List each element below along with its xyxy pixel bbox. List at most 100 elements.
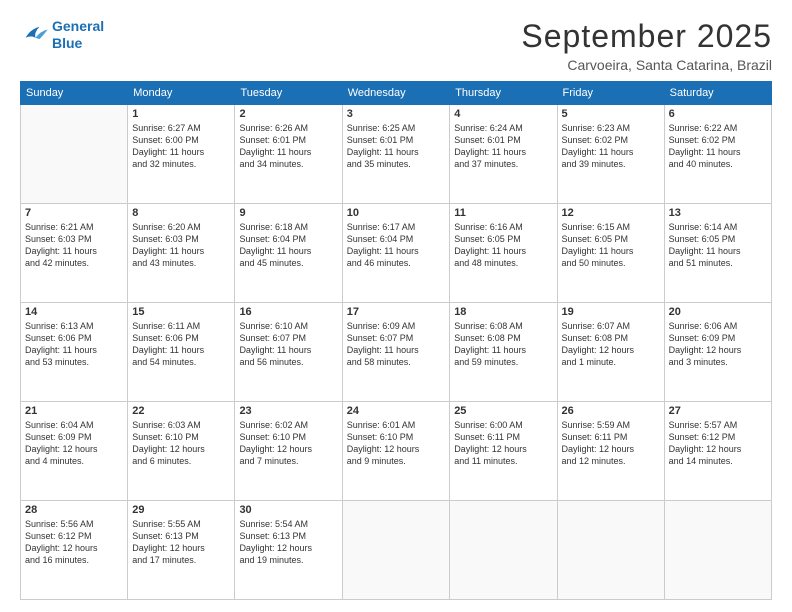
- calendar-cell: 13 Sunrise: 6:14 AM Sunset: 6:05 PM Dayli…: [664, 204, 771, 303]
- day-number: 30: [239, 504, 337, 516]
- calendar-cell: 30 Sunrise: 5:54 AM Sunset: 6:13 PM Dayli…: [235, 501, 342, 600]
- calendar-cell: 11 Sunrise: 6:16 AM Sunset: 6:05 PM Dayli…: [450, 204, 557, 303]
- day-info: Sunrise: 6:08 AM Sunset: 6:08 PM Dayligh…: [454, 320, 552, 369]
- day-number: 20: [669, 306, 767, 318]
- day-info: Sunrise: 6:16 AM Sunset: 6:05 PM Dayligh…: [454, 221, 552, 270]
- calendar-cell: [664, 501, 771, 600]
- day-number: 16: [239, 306, 337, 318]
- day-info: Sunrise: 6:11 AM Sunset: 6:06 PM Dayligh…: [132, 320, 230, 369]
- calendar-cell: 26 Sunrise: 5:59 AM Sunset: 6:11 PM Dayli…: [557, 402, 664, 501]
- logo-bird-icon: [20, 24, 48, 46]
- day-number: 14: [25, 306, 123, 318]
- day-info: Sunrise: 6:10 AM Sunset: 6:07 PM Dayligh…: [239, 320, 337, 369]
- day-number: 4: [454, 108, 552, 120]
- title-block: September 2025 Carvoeira, Santa Catarina…: [521, 18, 772, 73]
- calendar-cell: 23 Sunrise: 6:02 AM Sunset: 6:10 PM Dayli…: [235, 402, 342, 501]
- calendar-cell: 17 Sunrise: 6:09 AM Sunset: 6:07 PM Dayli…: [342, 303, 449, 402]
- calendar-cell: 19 Sunrise: 6:07 AM Sunset: 6:08 PM Dayli…: [557, 303, 664, 402]
- day-info: Sunrise: 5:59 AM Sunset: 6:11 PM Dayligh…: [562, 419, 660, 468]
- day-number: 29: [132, 504, 230, 516]
- day-number: 28: [25, 504, 123, 516]
- calendar-cell: 18 Sunrise: 6:08 AM Sunset: 6:08 PM Dayli…: [450, 303, 557, 402]
- calendar-cell: 24Sunrise: 6:01 AM Sunset: 6:10 PM Dayli…: [342, 402, 449, 501]
- calendar-week-row-5: 28 Sunrise: 5:56 AM Sunset: 6:12 PM Dayli…: [21, 501, 772, 600]
- day-number: 1: [132, 108, 230, 120]
- calendar-cell: 15 Sunrise: 6:11 AM Sunset: 6:06 PM Dayli…: [128, 303, 235, 402]
- day-number: 12: [562, 207, 660, 219]
- day-info: Sunrise: 6:17 AM Sunset: 6:04 PM Dayligh…: [347, 221, 445, 270]
- calendar-cell: 5 Sunrise: 6:23 AM Sunset: 6:02 PM Daylig…: [557, 105, 664, 204]
- day-info: Sunrise: 5:54 AM Sunset: 6:13 PM Dayligh…: [239, 518, 337, 567]
- logo-text: General Blue: [52, 18, 104, 52]
- calendar-cell: [342, 501, 449, 600]
- day-number: 3: [347, 108, 445, 120]
- header-sunday: Sunday: [21, 82, 128, 105]
- day-info: Sunrise: 6:04 AM Sunset: 6:09 PM Dayligh…: [25, 419, 123, 468]
- calendar-cell: 27 Sunrise: 5:57 AM Sunset: 6:12 PM Dayli…: [664, 402, 771, 501]
- logo: General Blue: [20, 18, 104, 52]
- header-tuesday: Tuesday: [235, 82, 342, 105]
- day-number: 18: [454, 306, 552, 318]
- calendar-cell: 28 Sunrise: 5:56 AM Sunset: 6:12 PM Dayli…: [21, 501, 128, 600]
- calendar-cell: [21, 105, 128, 204]
- day-info: Sunrise: 6:00 AM Sunset: 6:11 PM Dayligh…: [454, 419, 552, 468]
- day-info: Sunrise: 6:13 AM Sunset: 6:06 PM Dayligh…: [25, 320, 123, 369]
- day-number: 11: [454, 207, 552, 219]
- day-number: 21: [25, 405, 123, 417]
- page: General Blue September 2025 Carvoeira, S…: [0, 0, 792, 612]
- day-info: Sunrise: 6:23 AM Sunset: 6:02 PM Dayligh…: [562, 122, 660, 171]
- calendar-cell: 25 Sunrise: 6:00 AM Sunset: 6:11 PM Dayli…: [450, 402, 557, 501]
- day-number: 27: [669, 405, 767, 417]
- day-number: 15: [132, 306, 230, 318]
- calendar-table: Sunday Monday Tuesday Wednesday Thursday…: [20, 81, 772, 600]
- day-info: Sunrise: 6:15 AM Sunset: 6:05 PM Dayligh…: [562, 221, 660, 270]
- calendar-cell: 21 Sunrise: 6:04 AM Sunset: 6:09 PM Dayli…: [21, 402, 128, 501]
- day-number: 5: [562, 108, 660, 120]
- day-number: 26: [562, 405, 660, 417]
- day-info: Sunrise: 5:57 AM Sunset: 6:12 PM Dayligh…: [669, 419, 767, 468]
- day-number: 9: [239, 207, 337, 219]
- day-number: 19: [562, 306, 660, 318]
- day-number: 22: [132, 405, 230, 417]
- calendar-cell: 4Sunrise: 6:24 AM Sunset: 6:01 PM Daylig…: [450, 105, 557, 204]
- calendar-week-row-2: 7Sunrise: 6:21 AM Sunset: 6:03 PM Daylig…: [21, 204, 772, 303]
- day-number: 6: [669, 108, 767, 120]
- day-number: 24: [347, 405, 445, 417]
- day-info: Sunrise: 6:27 AM Sunset: 6:00 PM Dayligh…: [132, 122, 230, 171]
- calendar-cell: 20Sunrise: 6:06 AM Sunset: 6:09 PM Dayli…: [664, 303, 771, 402]
- day-number: 8: [132, 207, 230, 219]
- calendar-cell: [450, 501, 557, 600]
- calendar-header-row: Sunday Monday Tuesday Wednesday Thursday…: [21, 82, 772, 105]
- day-info: Sunrise: 6:02 AM Sunset: 6:10 PM Dayligh…: [239, 419, 337, 468]
- month-title: September 2025: [521, 18, 772, 55]
- location-subtitle: Carvoeira, Santa Catarina, Brazil: [521, 57, 772, 73]
- calendar-cell: 1 Sunrise: 6:27 AM Sunset: 6:00 PM Daylig…: [128, 105, 235, 204]
- day-info: Sunrise: 6:26 AM Sunset: 6:01 PM Dayligh…: [239, 122, 337, 171]
- calendar-cell: [557, 501, 664, 600]
- day-number: 2: [239, 108, 337, 120]
- day-info: Sunrise: 6:07 AM Sunset: 6:08 PM Dayligh…: [562, 320, 660, 369]
- day-info: Sunrise: 6:03 AM Sunset: 6:10 PM Dayligh…: [132, 419, 230, 468]
- header-monday: Monday: [128, 82, 235, 105]
- calendar-cell: 2 Sunrise: 6:26 AM Sunset: 6:01 PM Daylig…: [235, 105, 342, 204]
- calendar-cell: 3Sunrise: 6:25 AM Sunset: 6:01 PM Daylig…: [342, 105, 449, 204]
- day-number: 10: [347, 207, 445, 219]
- day-info: Sunrise: 5:55 AM Sunset: 6:13 PM Dayligh…: [132, 518, 230, 567]
- day-info: Sunrise: 5:56 AM Sunset: 6:12 PM Dayligh…: [25, 518, 123, 567]
- day-info: Sunrise: 6:14 AM Sunset: 6:05 PM Dayligh…: [669, 221, 767, 270]
- calendar-week-row-1: 1 Sunrise: 6:27 AM Sunset: 6:00 PM Daylig…: [21, 105, 772, 204]
- calendar-cell: 6Sunrise: 6:22 AM Sunset: 6:02 PM Daylig…: [664, 105, 771, 204]
- calendar-cell: 16 Sunrise: 6:10 AM Sunset: 6:07 PM Dayli…: [235, 303, 342, 402]
- day-number: 17: [347, 306, 445, 318]
- day-info: Sunrise: 6:09 AM Sunset: 6:07 PM Dayligh…: [347, 320, 445, 369]
- day-number: 23: [239, 405, 337, 417]
- day-info: Sunrise: 6:21 AM Sunset: 6:03 PM Dayligh…: [25, 221, 123, 270]
- header: General Blue September 2025 Carvoeira, S…: [20, 18, 772, 73]
- day-number: 13: [669, 207, 767, 219]
- calendar-cell: 8 Sunrise: 6:20 AM Sunset: 6:03 PM Daylig…: [128, 204, 235, 303]
- day-number: 25: [454, 405, 552, 417]
- header-wednesday: Wednesday: [342, 82, 449, 105]
- calendar-cell: 12 Sunrise: 6:15 AM Sunset: 6:05 PM Dayli…: [557, 204, 664, 303]
- day-info: Sunrise: 6:20 AM Sunset: 6:03 PM Dayligh…: [132, 221, 230, 270]
- calendar-cell: 7Sunrise: 6:21 AM Sunset: 6:03 PM Daylig…: [21, 204, 128, 303]
